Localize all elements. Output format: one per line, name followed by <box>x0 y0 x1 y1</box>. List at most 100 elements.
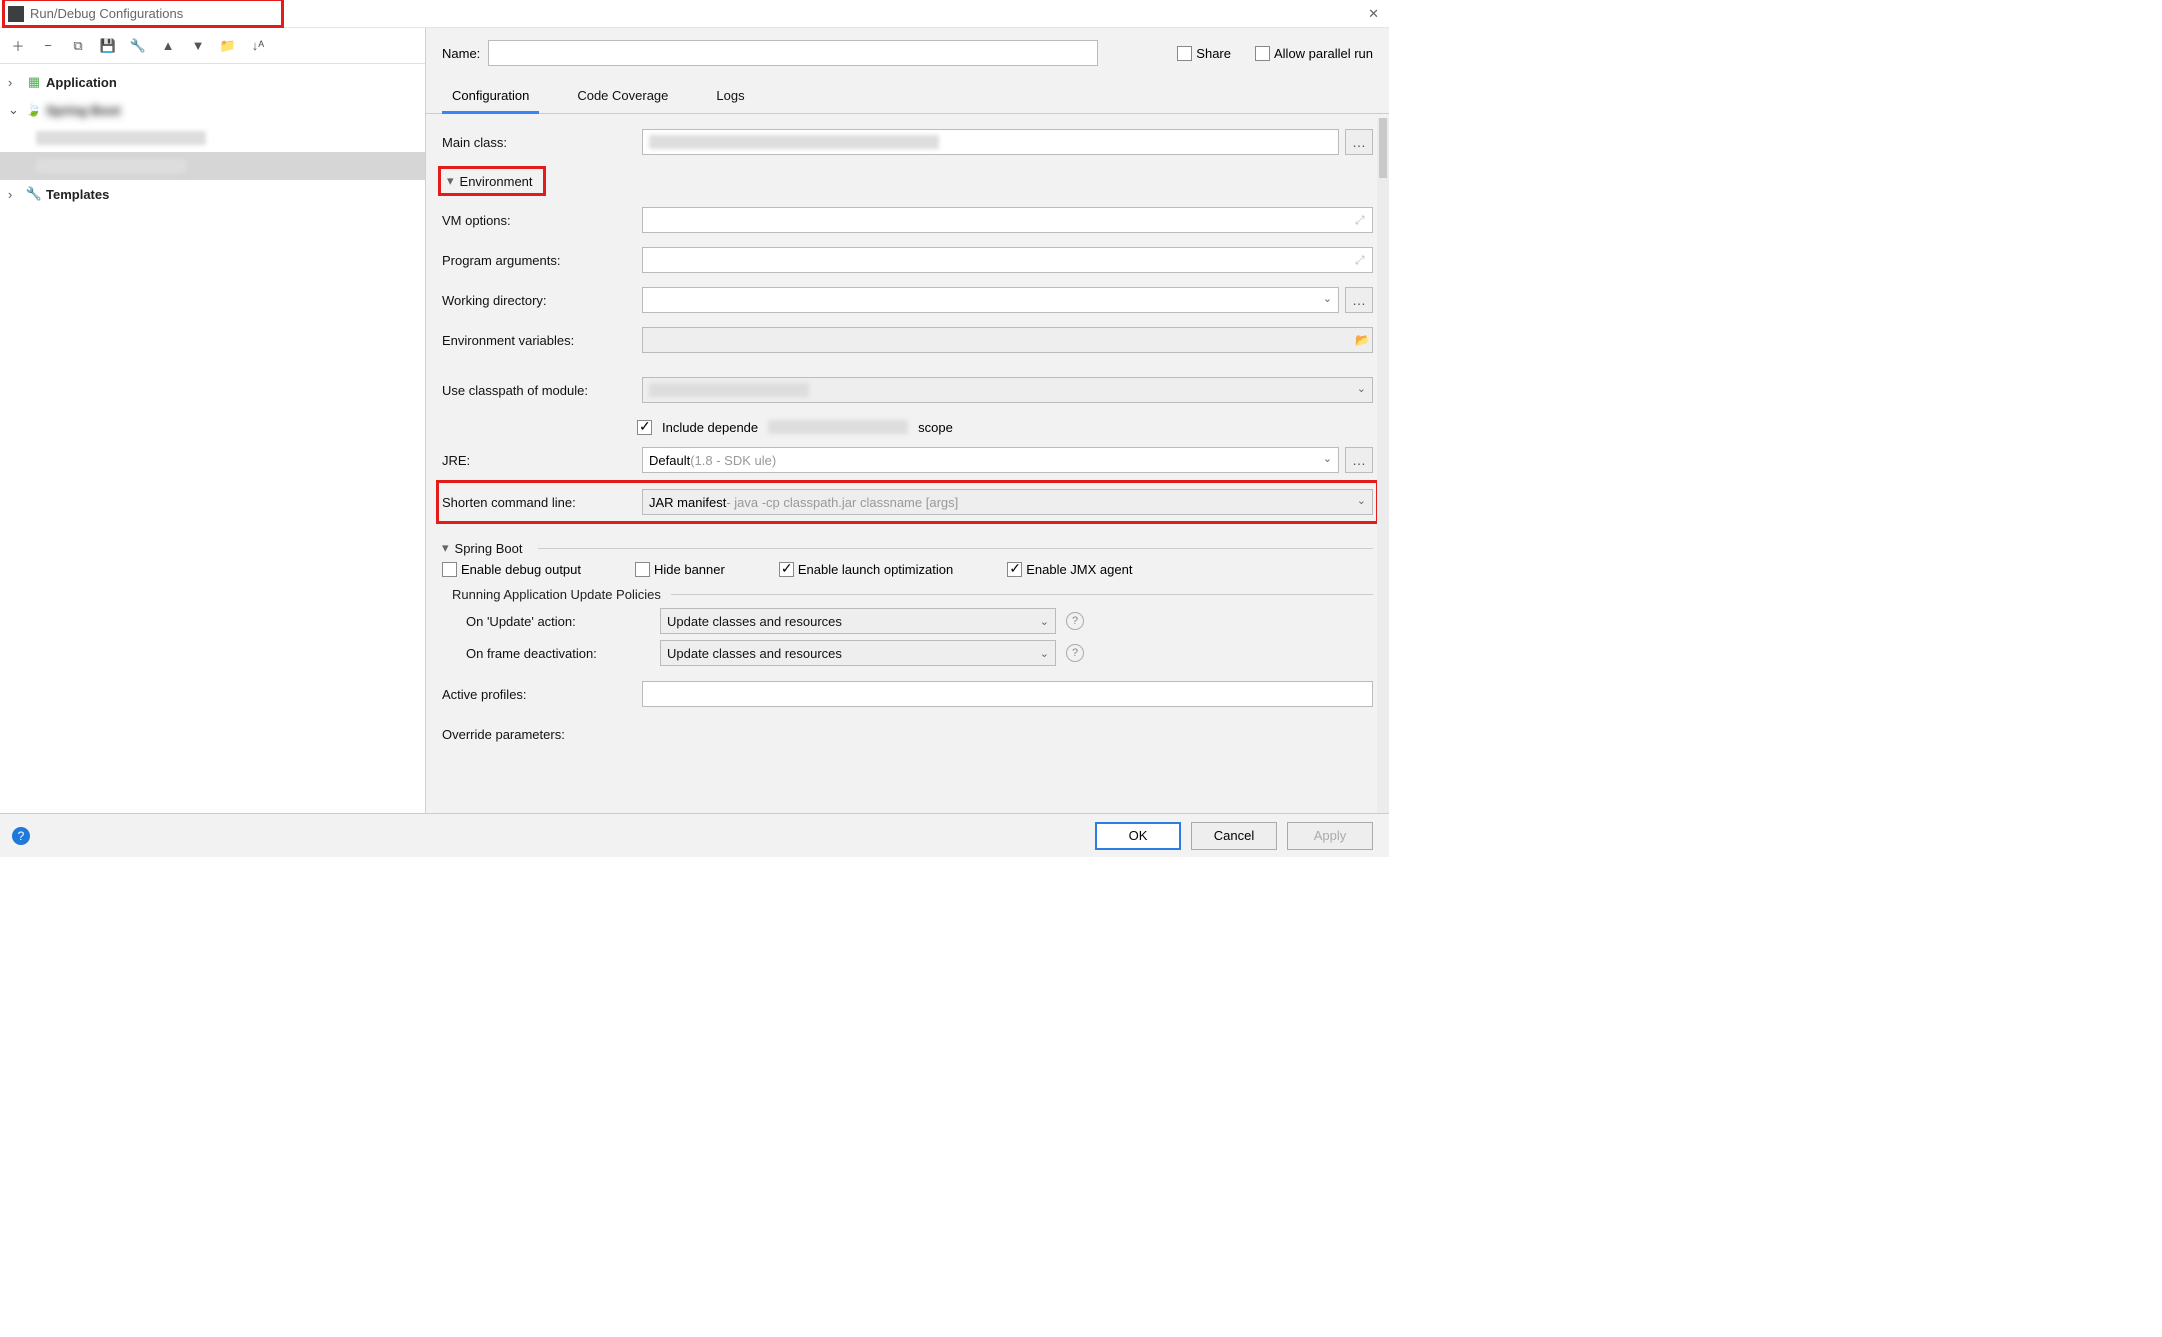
shorten-hint: - java -cp classpath.jar classname [args… <box>726 495 958 510</box>
main-class-field[interactable] <box>642 129 1339 155</box>
checkbox-icon <box>1177 46 1192 61</box>
enable-jmx-checkbox[interactable]: Enable JMX agent <box>1007 562 1132 577</box>
ok-button[interactable]: OK <box>1095 822 1181 850</box>
share-checkbox[interactable]: Share <box>1177 46 1231 61</box>
spring-boot-label: Spring Boot <box>46 103 120 118</box>
name-input[interactable] <box>488 40 1098 66</box>
include-deps-label-suffix: scope <box>918 420 953 435</box>
classpath-row: Use classpath of module: ⌄ <box>442 372 1373 408</box>
shorten-value: JAR manifest <box>649 495 726 510</box>
tree-child-selected[interactable] <box>0 152 425 180</box>
shorten-dropdown[interactable]: JAR manifest - java -cp classpath.jar cl… <box>642 489 1373 515</box>
tree-child-1[interactable] <box>0 124 425 152</box>
jre-row: JRE: Default (1.8 - SDK ule) ⌄ … <box>442 442 1373 478</box>
vertical-scrollbar[interactable] <box>1377 118 1389 813</box>
allow-parallel-label: Allow parallel run <box>1274 46 1373 61</box>
folder-icon[interactable]: 📁 <box>216 34 240 58</box>
help-bubble-icon[interactable]: ? <box>12 827 30 845</box>
classpath-dropdown[interactable]: ⌄ <box>642 377 1373 403</box>
enable-debug-checkbox[interactable]: Enable debug output <box>442 562 581 577</box>
jre-browse-button[interactable]: … <box>1345 447 1373 473</box>
vm-options-label: VM options: <box>442 213 636 228</box>
config-editor-panel: Name: Share Allow parallel run Configura… <box>426 28 1389 813</box>
chevron-down-icon: ⌄ <box>1323 452 1332 465</box>
env-vars-field[interactable]: 📂 <box>642 327 1373 353</box>
configurations-panel: ＋ − ⧉ 💾 🔧 ▲ ▼ 📁 ↓ᴬ › ▦ Application ⌄ 🍃 <box>0 28 426 813</box>
vm-options-row: VM options: ⤢ <box>442 202 1373 238</box>
move-down-icon[interactable]: ▼ <box>186 34 210 58</box>
allow-parallel-checkbox[interactable]: Allow parallel run <box>1255 46 1373 61</box>
checkbox-icon <box>635 562 650 577</box>
redacted-text <box>768 420 908 434</box>
remove-config-icon[interactable]: − <box>36 34 60 58</box>
tab-logs[interactable]: Logs <box>706 82 754 113</box>
chevron-down-icon: ⌄ <box>8 102 22 118</box>
on-update-row: On 'Update' action: Update classes and r… <box>466 608 1373 634</box>
tree-node-spring-boot[interactable]: ⌄ 🍃 Spring Boot <box>0 96 425 124</box>
environment-section-header[interactable]: ▾ Environment <box>443 171 537 191</box>
templates-icon: 🔧 <box>26 186 42 202</box>
spring-boot-section-header[interactable]: ▾ Spring Boot <box>442 540 1373 556</box>
wrench-icon[interactable]: 🔧 <box>126 34 150 58</box>
active-profiles-field[interactable] <box>642 681 1373 707</box>
tab-bar: Configuration Code Coverage Logs <box>426 78 1389 114</box>
jre-label: JRE: <box>442 453 636 468</box>
main-class-browse-button[interactable]: … <box>1345 129 1373 155</box>
program-arguments-label: Program arguments: <box>442 253 636 268</box>
override-params-row: Override parameters: <box>442 716 1373 752</box>
templates-label: Templates <box>46 187 109 202</box>
working-directory-field[interactable]: ⌄ <box>642 287 1339 313</box>
include-deps-label-prefix: Include depende <box>662 420 758 435</box>
on-update-label: On 'Update' action: <box>466 614 650 629</box>
help-icon[interactable]: ? <box>1066 612 1084 630</box>
dialog-footer: ? OK Cancel Apply <box>0 813 1389 857</box>
enable-launch-opt-checkbox[interactable]: Enable launch optimization <box>779 562 953 577</box>
add-config-icon[interactable]: ＋ <box>6 34 30 58</box>
shorten-row: Shorten command line: JAR manifest - jav… <box>442 484 1373 520</box>
save-config-icon[interactable]: 💾 <box>96 34 120 58</box>
folder-open-icon[interactable]: 📂 <box>1355 333 1368 346</box>
help-icon[interactable]: ? <box>1066 644 1084 662</box>
program-arguments-field[interactable]: ⤢ <box>642 247 1373 273</box>
triangle-down-icon: ▾ <box>447 173 454 189</box>
update-policies-header: Running Application Update Policies <box>452 587 1373 602</box>
on-frame-dropdown[interactable]: Update classes and resources ⌄ <box>660 640 1056 666</box>
main-class-label: Main class: <box>442 135 636 150</box>
name-row: Name: Share Allow parallel run <box>426 28 1389 78</box>
jre-dropdown[interactable]: Default (1.8 - SDK ule) ⌄ <box>642 447 1339 473</box>
tab-code-coverage[interactable]: Code Coverage <box>567 82 678 113</box>
main-class-row: Main class: … <box>442 124 1373 160</box>
config-tree: › ▦ Application ⌄ 🍃 Spring Boot › 🔧 Temp… <box>0 64 425 813</box>
on-update-dropdown[interactable]: Update classes and resources ⌄ <box>660 608 1056 634</box>
checkbox-checked-icon[interactable] <box>637 420 652 435</box>
vm-options-field[interactable]: ⤢ <box>642 207 1373 233</box>
shorten-row-wrapper: Shorten command line: JAR manifest - jav… <box>442 482 1373 522</box>
form-area: Main class: … ▾ Environment VM options: … <box>426 114 1389 813</box>
spring-boot-section-label: Spring Boot <box>455 541 523 556</box>
copy-config-icon[interactable]: ⧉ <box>66 34 90 58</box>
working-directory-browse-button[interactable]: … <box>1345 287 1373 313</box>
cancel-button[interactable]: Cancel <box>1191 822 1277 850</box>
on-frame-label: On frame deactivation: <box>466 646 650 661</box>
include-deps-row: Include depende scope <box>442 412 1373 442</box>
hide-banner-checkbox[interactable]: Hide banner <box>635 562 725 577</box>
environment-highlight-box: ▾ Environment <box>438 166 546 196</box>
program-arguments-row: Program arguments: ⤢ <box>442 242 1373 278</box>
environment-label: Environment <box>460 174 533 189</box>
move-up-icon[interactable]: ▲ <box>156 34 180 58</box>
tab-configuration[interactable]: Configuration <box>442 82 539 113</box>
apply-button[interactable]: Apply <box>1287 822 1373 850</box>
tree-node-application[interactable]: › ▦ Application <box>0 68 425 96</box>
dialog-title: Run/Debug Configurations <box>30 6 183 21</box>
scrollbar-thumb[interactable] <box>1379 118 1387 178</box>
expand-icon[interactable]: ⤢ <box>1355 213 1368 226</box>
expand-icon[interactable]: ⤢ <box>1355 253 1368 266</box>
sort-alpha-icon[interactable]: ↓ᴬ <box>246 34 270 58</box>
close-icon[interactable]: ✕ <box>1368 6 1379 22</box>
jre-value: Default <box>649 453 690 468</box>
name-label: Name: <box>442 46 480 61</box>
env-vars-row: Environment variables: 📂 <box>442 322 1373 358</box>
tree-node-templates[interactable]: › 🔧 Templates <box>0 180 425 208</box>
env-vars-label: Environment variables: <box>442 333 636 348</box>
jre-hint: (1.8 - SDK ule) <box>690 453 776 468</box>
